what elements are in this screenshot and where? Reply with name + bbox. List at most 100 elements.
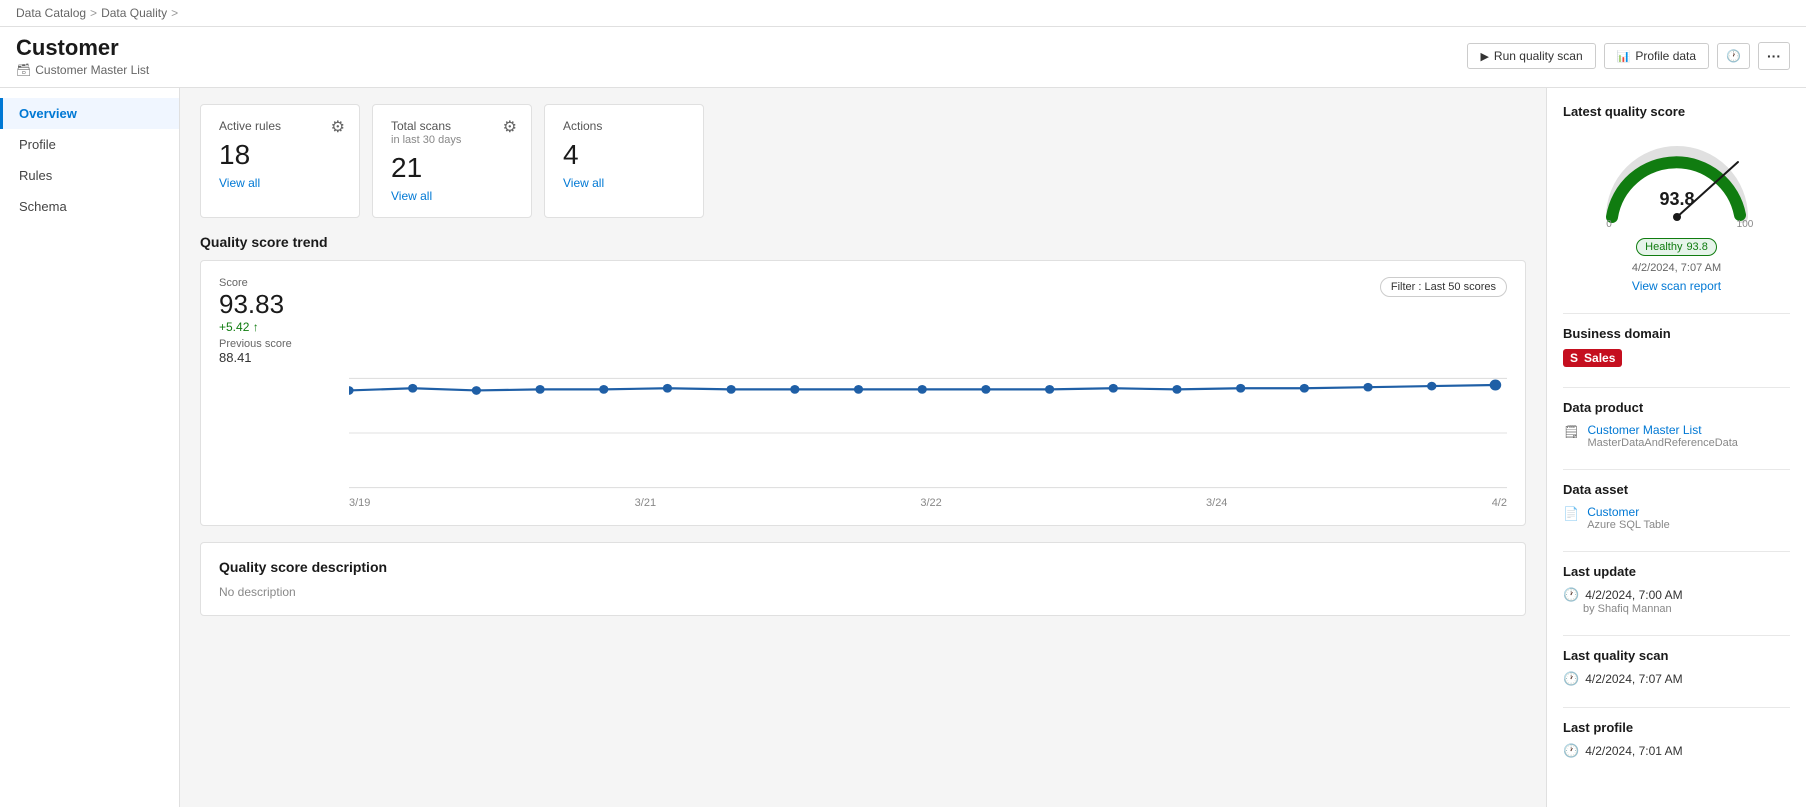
run-quality-scan-button[interactable]: ▶ Run quality scan xyxy=(1467,43,1595,69)
sidebar-item-profile[interactable]: Profile xyxy=(0,129,179,160)
more-icon: ··· xyxy=(1767,48,1781,64)
sidebar-item-rules-label: Rules xyxy=(19,168,52,183)
x-axis-labels: 3/19 3/21 3/22 3/24 4/2 xyxy=(349,497,1507,509)
data-product-sub: MasterDataAndReferenceData xyxy=(1588,437,1738,449)
chart-area xyxy=(349,373,1507,493)
breadcrumb: Data Catalog > Data Quality > xyxy=(16,6,178,20)
more-options-button[interactable]: ··· xyxy=(1758,42,1790,70)
breadcrumb-data-quality[interactable]: Data Quality xyxy=(101,6,167,20)
clock-icon-scan: 🕐 xyxy=(1563,671,1579,687)
prev-score-label: Previous score xyxy=(219,338,292,350)
data-asset-section: Data asset 📄 Customer Azure SQL Table xyxy=(1563,482,1790,531)
score-date: 4/2/2024, 7:07 AM xyxy=(1563,262,1790,274)
sidebar-item-overview-label: Overview xyxy=(19,106,77,121)
active-rules-label: Active rules xyxy=(219,119,341,133)
last-quality-scan-date: 🕐 4/2/2024, 7:07 AM xyxy=(1563,671,1790,687)
change-value: +5.42 ↑ xyxy=(219,320,292,334)
clock-icon-update: 🕐 xyxy=(1563,587,1579,603)
last-profile-date: 🕐 4/2/2024, 7:01 AM xyxy=(1563,743,1790,759)
chart-icon: 📊 xyxy=(1617,50,1631,63)
healthy-badge: Healthy 93.8 xyxy=(1636,238,1717,256)
active-rules-value: 18 xyxy=(219,139,341,171)
data-product-section: Data product 🗒 Customer Master List Mast… xyxy=(1563,400,1790,449)
score-label: Score xyxy=(219,277,292,289)
last-profile-date-text: 4/2/2024, 7:01 AM xyxy=(1585,744,1682,758)
divider-3 xyxy=(1563,469,1790,470)
last-update-date-text: 4/2/2024, 7:00 AM xyxy=(1585,588,1682,602)
active-rules-card: Active rules ⚙ 18 View all xyxy=(200,104,360,218)
sidebar-item-rules[interactable]: Rules xyxy=(0,160,179,191)
profile-data-button[interactable]: 📊 Profile data xyxy=(1604,43,1709,69)
data-asset-sub: Azure SQL Table xyxy=(1587,519,1670,531)
page-subtitle-text: Customer Master List xyxy=(35,63,149,77)
last-update-by: by Shafiq Mannan xyxy=(1583,603,1790,615)
total-scans-value: 21 xyxy=(391,152,513,184)
total-scans-viewall-link[interactable]: View all xyxy=(391,189,432,203)
last-quality-scan-date-text: 4/2/2024, 7:07 AM xyxy=(1585,672,1682,686)
data-product-name-link[interactable]: Customer Master List xyxy=(1588,423,1738,437)
total-scans-card: Total scans in last 30 days ⚙ 21 View al… xyxy=(372,104,532,218)
sidebar-item-overview[interactable]: Overview xyxy=(0,98,179,129)
total-scans-sublabel: in last 30 days xyxy=(391,134,513,146)
sidebar-item-schema-label: Schema xyxy=(19,199,67,214)
gauge-container: 0 100 93.8 xyxy=(1597,127,1757,230)
actions-card: Actions 4 View all xyxy=(544,104,704,218)
sidebar: Overview Profile Rules Schema xyxy=(0,88,180,807)
divider-4 xyxy=(1563,551,1790,552)
total-scans-icon: ⚙ xyxy=(503,117,517,137)
data-product-file-icon: 🗒 xyxy=(1563,424,1580,440)
chart-card: Score 93.83 +5.42 ↑ Previous score 88.41… xyxy=(200,260,1526,526)
svg-text:93.8: 93.8 xyxy=(1659,189,1694,209)
description-card: Quality score description No description xyxy=(200,542,1526,616)
divider-6 xyxy=(1563,707,1790,708)
play-icon: ▶ xyxy=(1480,50,1488,63)
actions-viewall-link[interactable]: View all xyxy=(563,176,604,190)
actions-value: 4 xyxy=(563,139,685,171)
chart-svg xyxy=(349,373,1507,493)
last-update-date: 🕐 4/2/2024, 7:00 AM xyxy=(1563,587,1790,603)
domain-badge: S Sales xyxy=(1563,349,1622,367)
profile-data-label: Profile data xyxy=(1635,49,1696,63)
no-description-text: No description xyxy=(219,585,1507,599)
svg-text:100: 100 xyxy=(1736,219,1753,227)
last-quality-scan-section: Last quality scan 🕐 4/2/2024, 7:07 AM xyxy=(1563,648,1790,687)
right-panel: Latest quality score 0 100 93.8 xyxy=(1546,88,1806,807)
last-update-section: Last update 🕐 4/2/2024, 7:00 AM by Shafi… xyxy=(1563,564,1790,615)
healthy-value: 93.8 xyxy=(1686,241,1707,253)
actions-label: Actions xyxy=(563,119,685,133)
domain-name: Sales xyxy=(1584,351,1615,365)
divider-5 xyxy=(1563,635,1790,636)
data-asset-name-link[interactable]: Customer xyxy=(1587,505,1670,519)
history-button[interactable]: 🕐 xyxy=(1717,43,1750,69)
history-icon: 🕐 xyxy=(1726,49,1741,63)
business-domain-title: Business domain xyxy=(1563,326,1790,341)
breadcrumb-data-catalog[interactable]: Data Catalog xyxy=(16,6,86,20)
filter-button[interactable]: Filter : Last 50 scores xyxy=(1380,277,1507,297)
last-update-title: Last update xyxy=(1563,564,1790,579)
domain-letter: S xyxy=(1570,351,1578,365)
total-scans-label: Total scans xyxy=(391,119,513,133)
data-asset-title: Data asset xyxy=(1563,482,1790,497)
stats-row: Active rules ⚙ 18 View all Total scans i… xyxy=(200,104,1526,218)
active-rules-viewall-link[interactable]: View all xyxy=(219,176,260,190)
clock-icon-profile: 🕐 xyxy=(1563,743,1579,759)
run-quality-scan-label: Run quality scan xyxy=(1494,49,1583,63)
data-asset-file-icon: 📄 xyxy=(1563,506,1579,522)
breadcrumb-sep2: > xyxy=(171,6,178,20)
healthy-label: Healthy xyxy=(1645,241,1682,253)
active-rules-icon: ⚙ xyxy=(331,117,345,137)
last-profile-section: Last profile 🕐 4/2/2024, 7:01 AM xyxy=(1563,720,1790,759)
x-label-322: 3/22 xyxy=(920,497,941,509)
data-product-item: 🗒 Customer Master List MasterDataAndRefe… xyxy=(1563,423,1790,449)
business-domain-section: Business domain S Sales xyxy=(1563,326,1790,367)
view-scan-report-link[interactable]: View scan report xyxy=(1632,279,1721,293)
divider-1 xyxy=(1563,313,1790,314)
x-label-321: 3/21 xyxy=(635,497,656,509)
main-content: Active rules ⚙ 18 View all Total scans i… xyxy=(180,88,1546,807)
chart-section-title: Quality score trend xyxy=(200,234,1526,250)
score-value: 93.83 xyxy=(219,289,292,320)
sidebar-item-schema[interactable]: Schema xyxy=(0,191,179,222)
last-profile-title: Last profile xyxy=(1563,720,1790,735)
breadcrumb-sep1: > xyxy=(90,6,97,20)
page-title: Customer xyxy=(16,35,149,61)
